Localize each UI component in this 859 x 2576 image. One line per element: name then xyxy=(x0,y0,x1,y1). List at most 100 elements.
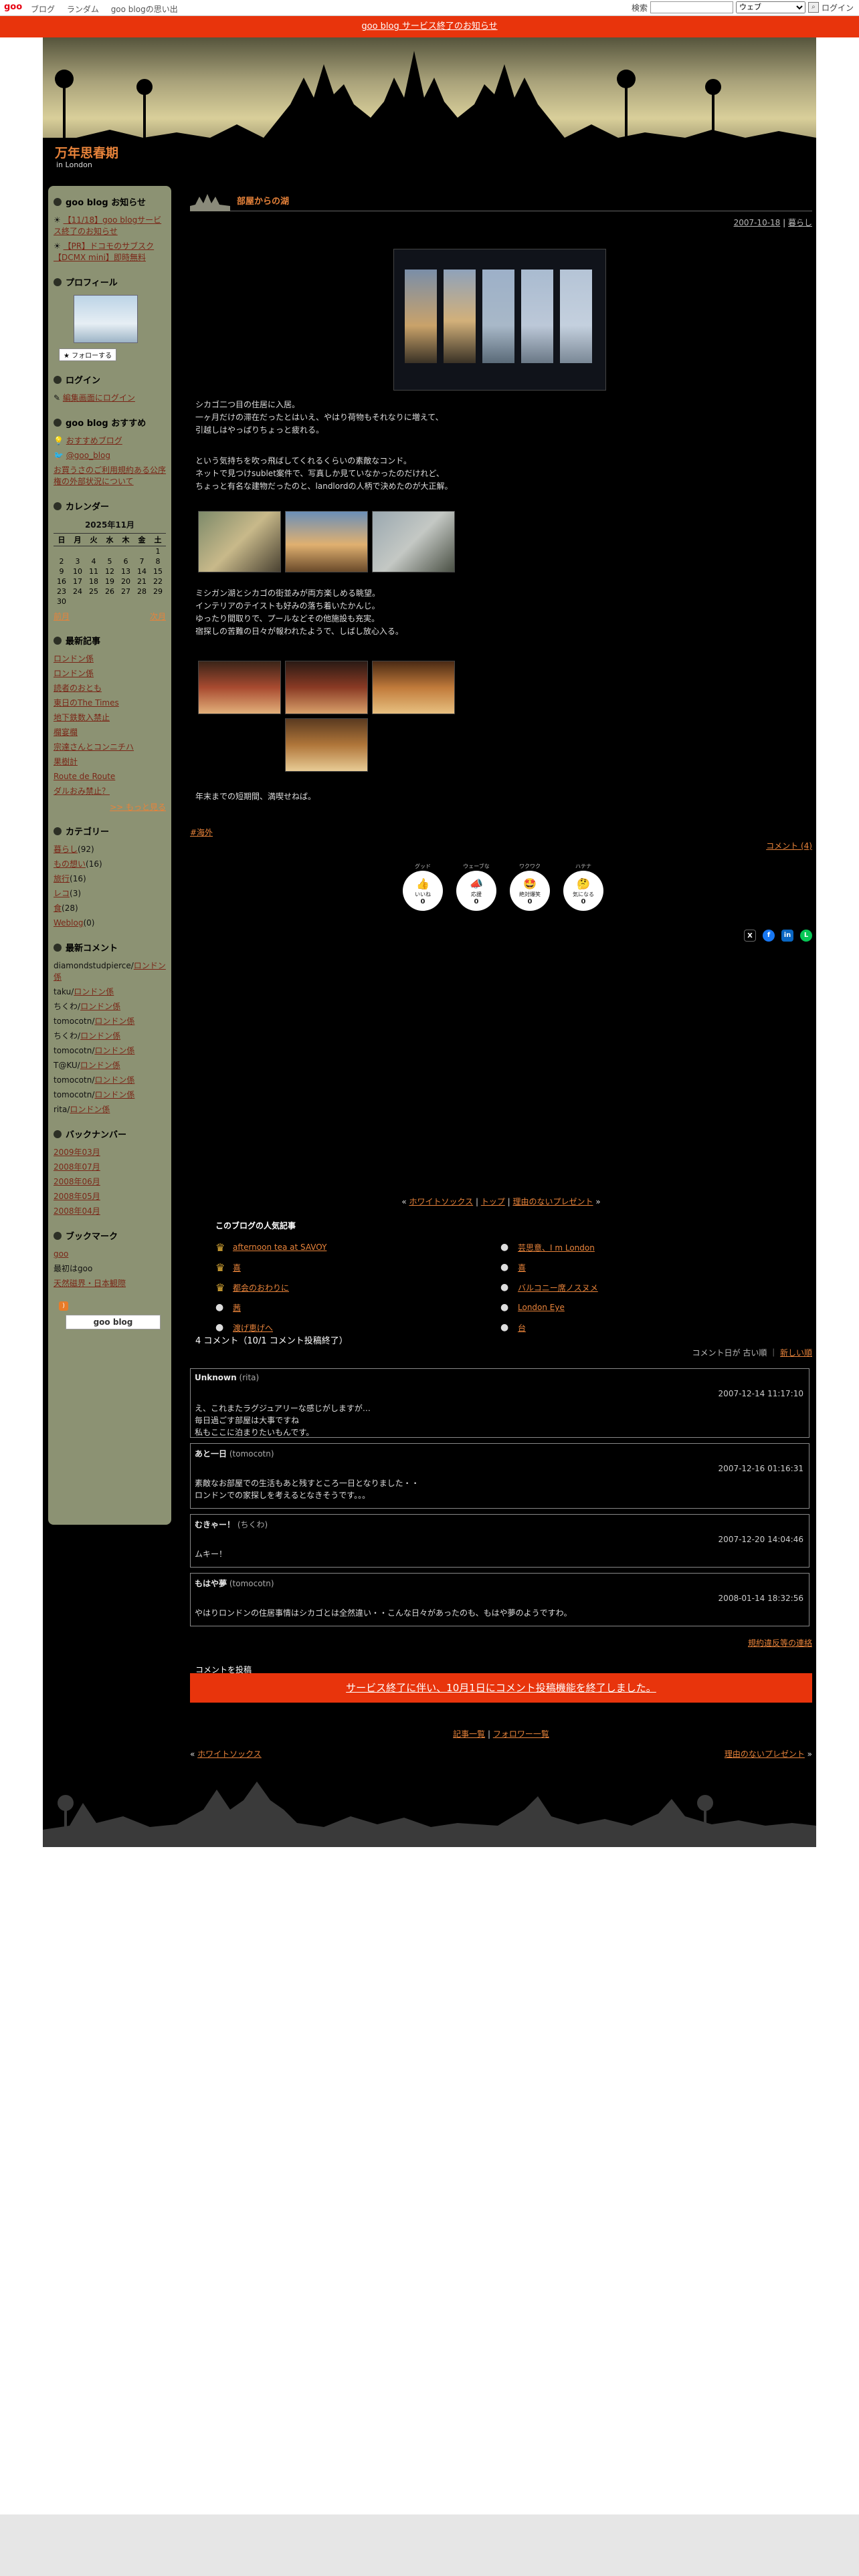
bottom-prev-link[interactable]: ホワイトソックス xyxy=(197,1749,262,1759)
goo-blog-badge[interactable]: goo blog xyxy=(66,1315,161,1329)
search-icon[interactable]: ⌕ xyxy=(807,2,819,13)
calendar-date[interactable]: 7 xyxy=(134,556,150,566)
popular-post-link[interactable]: バルコニー席ノスヌメ xyxy=(518,1282,598,1293)
post-photo[interactable] xyxy=(372,661,455,714)
calendar-prev-link[interactable]: 前月 xyxy=(54,611,70,622)
rss-icon[interactable]: ) xyxy=(59,1301,68,1311)
nav-memories[interactable]: goo blogの思い出 xyxy=(111,5,178,14)
commented-post-link[interactable]: ロンドン係 xyxy=(80,1061,120,1070)
linkedin-share-icon[interactable]: in xyxy=(781,930,793,942)
recent-post-link[interactable]: 果樹計 xyxy=(54,757,78,766)
post-category-link[interactable]: 暮らし xyxy=(788,218,812,227)
recent-post-link[interactable]: 欄宴欄 xyxy=(54,728,78,737)
top-link[interactable]: トップ xyxy=(481,1197,505,1206)
post-photo[interactable] xyxy=(285,661,368,714)
post-tag-link[interactable]: #海外 xyxy=(190,827,213,838)
calendar-date[interactable]: 4 xyxy=(86,556,102,566)
popular-post-link[interactable]: 芸思意、I m London xyxy=(518,1242,595,1253)
x-share-icon[interactable]: X xyxy=(744,930,756,942)
backnumber-link[interactable]: 2008年06月 xyxy=(54,1177,100,1186)
nav-blog[interactable]: ブログ xyxy=(31,5,55,14)
calendar-date[interactable]: 14 xyxy=(134,566,150,576)
calendar-date[interactable]: 24 xyxy=(70,586,86,597)
terms-link[interactable]: お買うさのご利用規約ある公序権の外部状況について xyxy=(54,465,166,486)
category-link[interactable]: Weblog xyxy=(54,918,83,928)
reaction-curious-button[interactable]: ハテナ 🤔 気になる 0 xyxy=(563,863,603,911)
comment-ended-link[interactable]: サービス終了に伴い、10月1日にコメント投稿機能を終了しました。 xyxy=(346,1682,656,1694)
calendar-date[interactable]: 20 xyxy=(118,576,134,586)
calendar-date[interactable]: 19 xyxy=(102,576,118,586)
popular-post-link[interactable]: 茜 xyxy=(233,1302,241,1313)
nav-random[interactable]: ランダム xyxy=(67,5,99,14)
backnumber-link[interactable]: 2008年07月 xyxy=(54,1162,100,1172)
popular-post-link[interactable]: 台 xyxy=(518,1322,526,1333)
calendar-date[interactable]: 28 xyxy=(134,586,150,597)
search-scope-select[interactable]: ウェブ xyxy=(735,1,805,13)
post-title[interactable]: 部屋からの湖 xyxy=(237,194,289,207)
calendar-date[interactable]: 30 xyxy=(54,597,70,607)
post-photo[interactable] xyxy=(198,661,281,714)
recent-post-link[interactable]: Route de Route xyxy=(54,772,115,781)
goo-logo[interactable]: goo xyxy=(4,2,22,12)
commented-post-link[interactable]: ロンドン係 xyxy=(80,1002,120,1011)
facebook-share-icon[interactable]: f xyxy=(763,930,775,942)
service-end-notice-link[interactable]: goo blog サービス終了のお知らせ xyxy=(361,21,497,31)
commented-post-link[interactable]: ロンドン係 xyxy=(70,1105,110,1114)
sort-newest-link[interactable]: 新しい順 xyxy=(780,1348,812,1358)
calendar-date[interactable]: 23 xyxy=(54,586,70,597)
commented-post-link[interactable]: ロンドン係 xyxy=(94,1090,134,1099)
follower-list-link[interactable]: フォロワー一覧 xyxy=(493,1729,549,1739)
recent-post-link[interactable]: ダルおみ禁止？ xyxy=(54,786,110,796)
backnumber-link[interactable]: 2009年03月 xyxy=(54,1148,100,1157)
commented-post-link[interactable]: ロンドン係 xyxy=(74,987,114,996)
recent-post-link[interactable]: 東日のThe Times xyxy=(54,698,119,708)
report-violation-link[interactable]: 規約違反等の連絡 xyxy=(748,1637,812,1648)
calendar-date[interactable]: 16 xyxy=(54,576,70,586)
article-list-link[interactable]: 記事一覧 xyxy=(453,1729,485,1739)
popular-post-link[interactable]: London Eye xyxy=(518,1303,565,1312)
calendar-date[interactable]: 10 xyxy=(70,566,86,576)
popular-post-link[interactable]: 渡げ恵げへ xyxy=(233,1322,273,1333)
calendar-date[interactable]: 27 xyxy=(118,586,134,597)
bookmark-link[interactable]: goo xyxy=(54,1249,68,1259)
calendar-date[interactable]: 26 xyxy=(102,586,118,597)
popular-post-link[interactable]: afternoon tea at SAVOY xyxy=(233,1243,326,1252)
popular-post-link[interactable]: 喜 xyxy=(518,1262,526,1273)
category-link[interactable]: 食 xyxy=(54,903,62,913)
comment-count-link[interactable]: コメント (4) xyxy=(766,840,812,851)
calendar-date[interactable]: 21 xyxy=(134,576,150,586)
popular-post-link[interactable]: 都会のおわりに xyxy=(233,1282,289,1293)
calendar-date[interactable]: 3 xyxy=(70,556,86,566)
profile-image[interactable] xyxy=(74,295,138,343)
calendar-date[interactable]: 18 xyxy=(86,576,102,586)
calendar-next-link[interactable]: 次月 xyxy=(150,611,166,622)
post-photo-main[interactable] xyxy=(393,249,606,391)
prev-post-link[interactable]: ホワイトソックス xyxy=(409,1197,473,1206)
calendar-date[interactable]: 17 xyxy=(70,576,86,586)
notice-link[interactable]: 【11/18】goo blogサービス終了のお知らせ xyxy=(54,215,161,236)
calendar-date[interactable]: 22 xyxy=(150,576,166,586)
commented-post-link[interactable]: ロンドン係 xyxy=(94,1016,134,1026)
comment-ended-banner[interactable]: サービス終了に伴い、10月1日にコメント投稿機能を終了しました。 xyxy=(190,1673,812,1703)
reaction-good-button[interactable]: グッド 👍 いいね 0 xyxy=(403,863,443,911)
recent-post-link[interactable]: ロンドン係 xyxy=(54,654,94,663)
line-share-icon[interactable]: L xyxy=(800,930,812,942)
category-link[interactable]: レコ xyxy=(54,889,70,898)
next-post-link[interactable]: 理由のないプレゼント xyxy=(513,1197,593,1206)
login-link[interactable]: ログイン xyxy=(822,2,854,13)
recent-post-link[interactable]: ロンドン係 xyxy=(54,669,94,678)
calendar-date[interactable]: 12 xyxy=(102,566,118,576)
post-photo[interactable] xyxy=(285,511,368,572)
backnumber-link[interactable]: 2008年05月 xyxy=(54,1192,100,1201)
calendar-date[interactable]: 9 xyxy=(54,566,70,576)
more-link[interactable]: >> もっと見る xyxy=(110,802,166,812)
commented-post-link[interactable]: ロンドン係 xyxy=(80,1031,120,1041)
calendar-date[interactable]: 11 xyxy=(86,566,102,576)
calendar-date[interactable]: 1 xyxy=(150,546,166,557)
search-input[interactable] xyxy=(650,1,733,13)
backnumber-link[interactable]: 2008年04月 xyxy=(54,1206,100,1216)
calendar-date[interactable]: 5 xyxy=(102,556,118,566)
calendar-date[interactable]: 2 xyxy=(54,556,70,566)
calendar-date[interactable]: 6 xyxy=(118,556,134,566)
recent-post-link[interactable]: 地下鉄数入禁止 xyxy=(54,713,110,722)
